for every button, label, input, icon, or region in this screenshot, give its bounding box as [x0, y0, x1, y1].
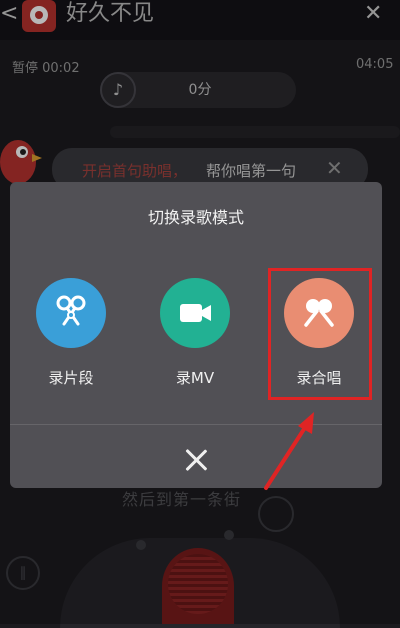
record-clip-label: 录片段: [48, 369, 94, 387]
scissors-clip-icon: [56, 295, 86, 326]
record-mv-button[interactable]: [160, 278, 230, 348]
annotation-highlight-box: [268, 268, 372, 400]
record-clip-button[interactable]: [36, 278, 106, 348]
annotation-arrow-icon: [264, 412, 314, 490]
video-camera-icon: [180, 304, 211, 322]
dialog-close-icon[interactable]: [176, 440, 216, 480]
record-mv-label: 录MV: [175, 369, 215, 387]
dialog-title: 切换录歌模式: [147, 208, 244, 227]
